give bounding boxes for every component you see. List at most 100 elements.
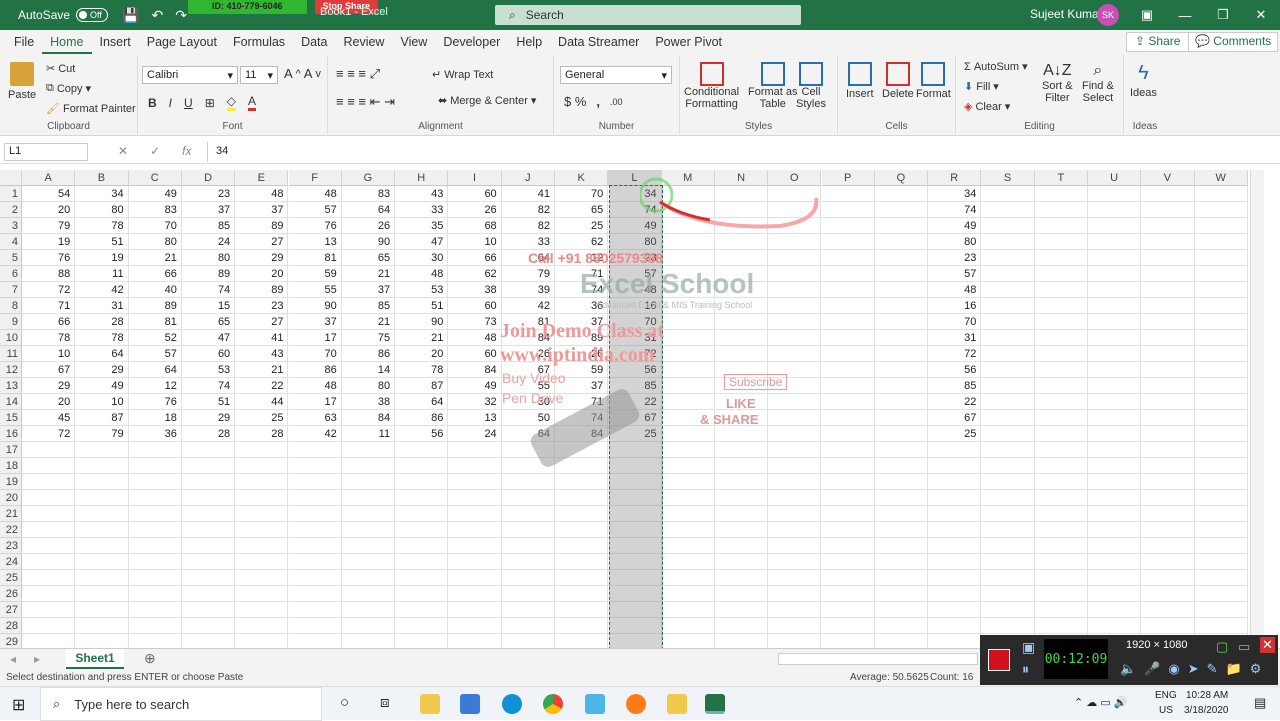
row-header-26[interactable]: 26 — [0, 586, 22, 602]
cell[interactable] — [714, 618, 769, 634]
cell[interactable]: 27 — [235, 314, 289, 330]
cell[interactable] — [1034, 330, 1088, 346]
row-header-7[interactable]: 7 — [0, 282, 22, 298]
cell[interactable] — [981, 570, 1035, 586]
cell[interactable] — [1141, 346, 1195, 362]
cell[interactable] — [448, 586, 502, 602]
cell[interactable] — [1088, 586, 1142, 602]
cell[interactable] — [181, 490, 236, 506]
cell[interactable] — [1088, 250, 1142, 266]
cell[interactable]: 13 — [288, 234, 342, 250]
cell[interactable] — [928, 602, 982, 618]
column-header-J[interactable]: J — [501, 170, 555, 186]
cell[interactable] — [288, 522, 342, 538]
cell[interactable] — [1194, 426, 1248, 442]
cell[interactable]: 81 — [501, 314, 555, 330]
cell[interactable]: 34 — [75, 186, 129, 202]
cell[interactable] — [1141, 394, 1195, 410]
cell[interactable] — [1034, 298, 1088, 314]
cell[interactable]: 44 — [235, 394, 289, 410]
cell[interactable] — [181, 618, 236, 634]
row-header-5[interactable]: 5 — [0, 250, 22, 266]
format-as-table-button[interactable]: Format as Table — [748, 62, 798, 110]
cell[interactable] — [981, 474, 1035, 490]
cell[interactable] — [555, 538, 609, 554]
cell[interactable] — [341, 618, 396, 634]
cell[interactable] — [75, 522, 129, 538]
cell[interactable]: 90 — [288, 298, 342, 314]
cell[interactable]: 33 — [395, 202, 449, 218]
cell[interactable] — [768, 602, 822, 618]
cell[interactable]: 42 — [75, 282, 129, 298]
cell[interactable] — [1088, 202, 1142, 218]
cell[interactable] — [1088, 346, 1142, 362]
clear-button[interactable]: ◈ Clear ▾ — [964, 100, 1010, 114]
cell[interactable] — [661, 314, 715, 330]
cell[interactable]: 11 — [75, 266, 129, 282]
powerbi-icon[interactable] — [667, 694, 687, 714]
cell[interactable]: 48 — [448, 330, 502, 346]
cell[interactable] — [928, 490, 982, 506]
cell[interactable] — [821, 570, 875, 586]
cell[interactable] — [661, 362, 715, 378]
pause-icon[interactable]: ⏸ — [1022, 661, 1029, 678]
cell[interactable]: 21 — [128, 250, 182, 266]
cell[interactable] — [181, 474, 236, 490]
cell[interactable] — [981, 506, 1035, 522]
cell[interactable] — [768, 410, 822, 426]
cell[interactable] — [1034, 186, 1088, 202]
cell[interactable] — [981, 282, 1035, 298]
cell[interactable] — [395, 458, 449, 474]
cell[interactable] — [661, 602, 715, 618]
cell[interactable] — [714, 314, 769, 330]
cell[interactable] — [1194, 346, 1248, 362]
cell[interactable]: 29 — [235, 250, 289, 266]
cell[interactable] — [874, 618, 929, 634]
cell[interactable] — [981, 378, 1035, 394]
cell[interactable] — [235, 490, 289, 506]
close-icon[interactable]: ✕ — [1242, 0, 1280, 30]
next-sheet-icon[interactable]: ▸ — [34, 652, 40, 666]
cell[interactable] — [821, 490, 875, 506]
cell[interactable] — [128, 458, 182, 474]
row-header-11[interactable]: 11 — [0, 346, 22, 362]
cell[interactable]: 60 — [448, 346, 502, 362]
cell[interactable] — [1194, 474, 1248, 490]
cell[interactable]: 29 — [22, 378, 76, 394]
autosum-button[interactable]: Σ AutoSum ▾ — [964, 60, 1028, 74]
cell[interactable] — [341, 442, 396, 458]
cell[interactable]: 86 — [288, 362, 342, 378]
cell[interactable] — [181, 506, 236, 522]
cell[interactable] — [448, 458, 502, 474]
row-header-14[interactable]: 14 — [0, 394, 22, 410]
cell[interactable] — [1141, 442, 1195, 458]
cell[interactable]: 26 — [555, 346, 609, 362]
cell[interactable] — [1034, 266, 1088, 282]
column-header-W[interactable]: W — [1194, 170, 1248, 186]
cell[interactable] — [1194, 602, 1248, 618]
cell[interactable]: 17 — [288, 330, 342, 346]
cell[interactable] — [928, 458, 982, 474]
cell[interactable]: 38 — [341, 394, 396, 410]
cell[interactable]: 78 — [75, 330, 129, 346]
paste-button[interactable]: Paste — [8, 62, 36, 101]
row-header-25[interactable]: 25 — [0, 570, 22, 586]
cell[interactable]: 28 — [235, 426, 289, 442]
cell[interactable] — [874, 394, 929, 410]
cell[interactable] — [1034, 554, 1088, 570]
cell[interactable] — [821, 410, 875, 426]
cell[interactable]: 60 — [448, 186, 502, 202]
cell[interactable] — [1194, 298, 1248, 314]
ribbon-display-icon[interactable]: ▣ — [1128, 0, 1166, 30]
cell[interactable]: 29 — [181, 410, 236, 426]
cell[interactable] — [1141, 474, 1195, 490]
cell[interactable] — [874, 490, 929, 506]
cell[interactable] — [1194, 314, 1248, 330]
cell[interactable] — [768, 250, 822, 266]
cell[interactable] — [288, 586, 342, 602]
cell[interactable]: 23 — [928, 250, 982, 266]
cell[interactable] — [555, 554, 609, 570]
cell[interactable]: 30 — [395, 250, 449, 266]
cell[interactable]: 12 — [555, 250, 609, 266]
cell[interactable] — [928, 570, 982, 586]
